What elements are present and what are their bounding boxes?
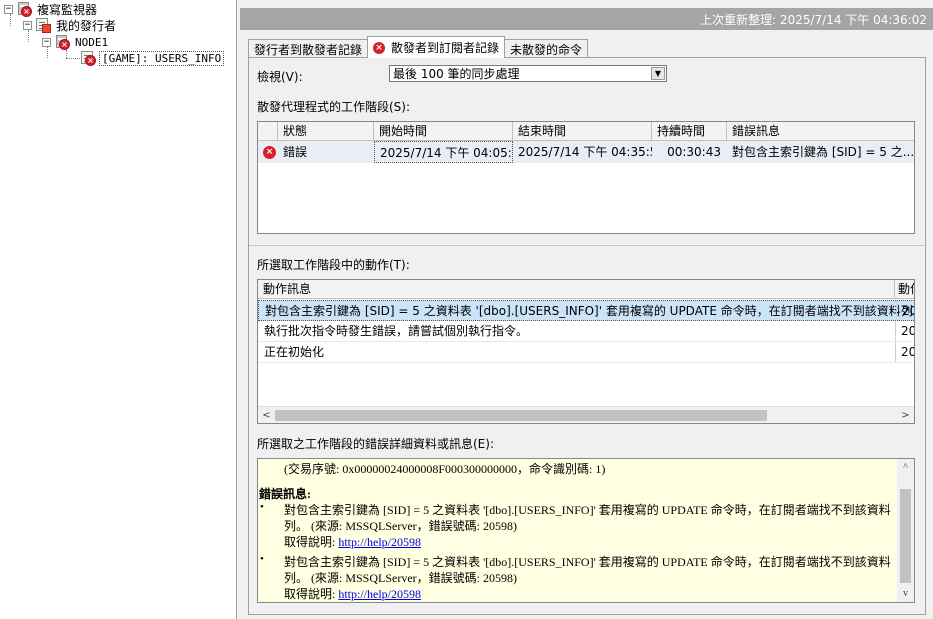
publication-error-icon: × <box>80 50 96 66</box>
tree-node-label: [GAME]: USERS_INFO <box>99 50 225 66</box>
action-time: 202 <box>896 301 914 320</box>
help-link[interactable]: http://help/20598 <box>338 587 421 601</box>
scrollbar-thumb[interactable] <box>900 489 911 583</box>
grid-header-duration[interactable]: 持續時間 <box>652 122 727 141</box>
tree-node-label: 複寫監視器 <box>37 2 98 17</box>
list-item[interactable]: 執行批次指令時發生錯誤，請嘗試個別執行指令。 202 <box>258 321 914 342</box>
view-selected: 最後 100 筆的同步處理 <box>393 67 520 81</box>
horizontal-scrollbar[interactable]: < > <box>258 406 914 423</box>
tab-distributor-to-subscriber[interactable]: × 散發者到訂閱者記錄 <box>367 36 506 58</box>
tree-connector <box>66 50 67 58</box>
sessions-grid[interactable]: 狀態 開始時間 結束時間 持續時間 錯誤訊息 × 錯誤 2025/7/14 下午… <box>257 121 915 234</box>
list-item[interactable]: 對包含主索引鍵為 [SID] = 5 之資料表 '[dbo].[USERS_IN… <box>258 300 915 321</box>
bullet-icon: • <box>260 501 264 513</box>
error-heading: 錯誤訊息: <box>259 487 311 501</box>
scroll-right-icon[interactable]: > <box>897 407 914 423</box>
scroll-left-icon[interactable]: < <box>258 407 275 423</box>
scroll-down-icon[interactable]: v <box>897 585 914 602</box>
grid-header-end[interactable]: 結束時間 <box>513 122 652 141</box>
tab-label: 未散發的命令 <box>510 42 583 57</box>
publisher-group-icon <box>35 17 51 33</box>
action-message: 對包含主索引鍵為 [SID] = 5 之資料表 '[dbo].[USERS_IN… <box>265 304 915 318</box>
chevron-down-icon[interactable]: ▼ <box>651 67 665 80</box>
tree-node-label: NODE1 <box>75 35 109 49</box>
tab-strip: 發行者到散發者記錄 × 散發者到訂閱者記錄 未散發的命令 <box>248 36 589 58</box>
error-details-pane[interactable]: (交易序號: 0x00000024000008F000300000000，命令識… <box>257 458 915 603</box>
tree-node-label: 我的發行者 <box>56 18 117 33</box>
action-time: 202 <box>895 321 914 341</box>
action-message: 執行批次指令時發生錯誤，請嘗試個別執行指令。 <box>264 324 529 338</box>
view-dropdown[interactable]: 最後 100 筆的同步處理 ▼ <box>389 65 667 82</box>
error-line: 對包含主索引鍵為 [SID] = 5 之資料表 '[dbo].[USERS_IN… <box>284 503 891 517</box>
table-row[interactable]: × 錯誤 2025/7/14 下午 04:05:14 2025/7/14 下午 … <box>258 141 915 163</box>
help-line: 取得說明: http://help/20598 <box>284 533 421 550</box>
session-message: 對包含主索引鍵為 [SID] = 5 之... <box>732 145 915 159</box>
actions-label: 所選取工作階段中的動作(T): <box>257 258 410 272</box>
error-line: 列。 (來源: MSSQLServer，錯誤號碼: 20598) <box>284 571 517 585</box>
detail-panel: 發行者到散發者記錄 × 散發者到訂閱者記錄 未散發的命令 檢視(V): 最後 1… <box>240 30 933 619</box>
tab-page: 檢視(V): 最後 100 筆的同步處理 ▼ 散發代理程式的工作階段(S): 狀… <box>248 57 927 615</box>
sessions-label: 散發代理程式的工作階段(S): <box>257 100 411 114</box>
tab-undistributed-commands[interactable]: 未散發的命令 <box>504 39 589 58</box>
help-label: 取得說明: <box>284 535 336 549</box>
vertical-scrollbar[interactable]: ^ v <box>897 459 914 602</box>
list-header-message[interactable]: 動作訊息 <box>258 280 895 299</box>
tree-node-publishers[interactable]: − 我的發行者 <box>23 17 118 33</box>
grid-header-message[interactable]: 錯誤訊息 <box>727 122 914 141</box>
error-line: 對包含主索引鍵為 [SID] = 5 之資料表 '[dbo].[USERS_IN… <box>284 555 891 569</box>
tab-label: 發行者到散發者記錄 <box>254 42 363 57</box>
error-icon: × <box>373 41 386 54</box>
action-time: 202 <box>895 342 914 362</box>
tab-publisher-to-distributor[interactable]: 發行者到散發者記錄 <box>248 39 369 58</box>
list-item[interactable]: 正在初始化 202 <box>258 342 914 363</box>
tab-label: 散發者到訂閱者記錄 <box>391 41 500 55</box>
help-label: 取得說明: <box>284 587 336 601</box>
error-icon: × <box>263 146 276 159</box>
action-message: 正在初始化 <box>264 345 325 359</box>
server-error-icon: × <box>54 34 70 50</box>
view-label: 檢視(V): <box>257 70 303 84</box>
scroll-up-icon[interactable]: ^ <box>897 459 914 476</box>
collapse-icon[interactable]: − <box>4 4 13 14</box>
error-line: 列。 (來源: MSSQLServer，錯誤號碼: 20598) <box>284 519 517 533</box>
transaction-info: (交易序號: 0x00000024000008F000300000000，命令識… <box>284 462 606 476</box>
replication-tree[interactable]: − × 複寫監視器 − 我的發行者 − × NODE1 × [GAME]: US… <box>0 0 237 619</box>
collapse-icon[interactable]: − <box>23 20 32 30</box>
help-link[interactable]: http://help/20598 <box>338 535 421 549</box>
tree-node-node1[interactable]: − × NODE1 <box>42 34 110 50</box>
grid-header-status[interactable]: 狀態 <box>278 122 374 141</box>
tree-node-root[interactable]: − × 複寫監視器 <box>4 1 99 17</box>
session-start: 2025/7/14 下午 04:05:14 <box>374 141 513 163</box>
actions-list[interactable]: 動作訊息 動作 對包含主索引鍵為 [SID] = 5 之資料表 '[dbo].[… <box>257 279 915 424</box>
help-line: 取得說明: http://help/20598 <box>284 585 421 602</box>
details-label: 所選取之工作階段的錯誤詳細資料或訊息(E): <box>257 437 494 451</box>
session-duration: 00:30:43 <box>667 145 721 159</box>
session-status: 錯誤 <box>283 145 308 159</box>
server-error-icon: × <box>16 1 32 17</box>
last-refresh-text: 上次重新整理: 2025/7/14 下午 04:36:02 <box>700 12 927 27</box>
splitter[interactable] <box>249 245 927 246</box>
tree-connector <box>66 58 80 59</box>
grid-header-start[interactable]: 開始時間 <box>374 122 513 141</box>
bullet-icon: • <box>260 553 264 565</box>
refresh-status-bar: 上次重新整理: 2025/7/14 下午 04:36:02 <box>240 8 933 30</box>
grid-header-icon-col <box>258 122 278 141</box>
tree-node-publication[interactable]: × [GAME]: USERS_INFO <box>80 50 225 66</box>
collapse-icon[interactable]: − <box>42 37 51 47</box>
scrollbar-thumb[interactable] <box>275 410 767 421</box>
list-header-time[interactable]: 動作 <box>895 280 914 299</box>
session-end: 2025/7/14 下午 04:35:57 <box>518 145 652 159</box>
